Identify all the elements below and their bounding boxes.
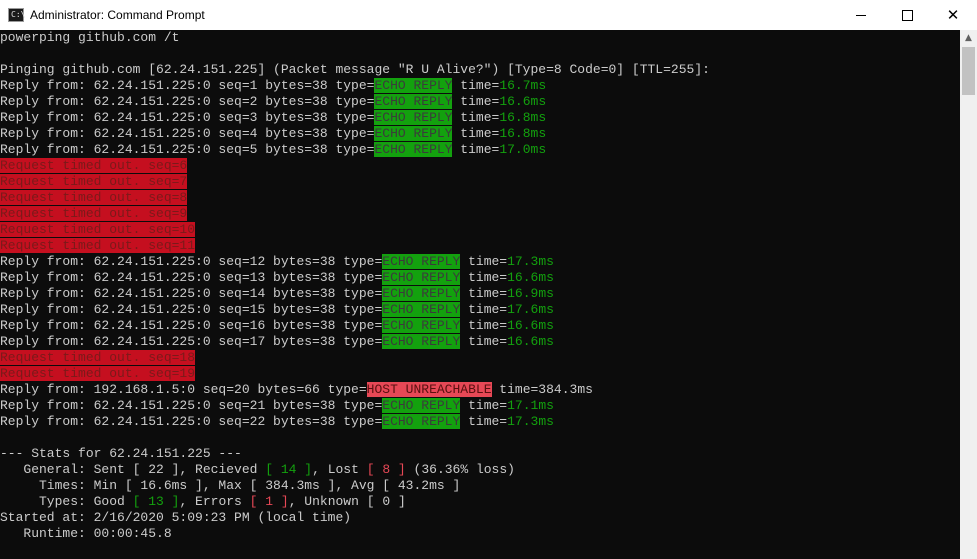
reply-line: Reply from: 62.24.151.225:0 seq=2 bytes=… (0, 94, 547, 109)
echo-reply-badge: ECHO REPLY (374, 110, 453, 125)
stats-heading: --- Stats for 62.24.151.225 --- (0, 446, 242, 461)
scroll-thumb[interactable] (962, 47, 975, 95)
echo-reply-badge: ECHO REPLY (382, 318, 461, 333)
timeout-line: Request timed out. seq=10 (0, 222, 196, 237)
echo-reply-badge: ECHO REPLY (382, 254, 461, 269)
reply-line: Reply from: 62.24.151.225:0 seq=21 bytes… (0, 398, 554, 413)
command-prompt-icon: C:\ (8, 8, 25, 22)
echo-reply-badge: ECHO REPLY (374, 126, 453, 141)
host-unreachable-badge: HOST UNREACHABLE (366, 382, 492, 397)
vertical-scrollbar[interactable]: ▲ (960, 30, 977, 559)
reply-line: Reply from: 62.24.151.225:0 seq=17 bytes… (0, 334, 554, 349)
chevron-up-icon: ▲ (965, 33, 972, 43)
stats-general: General: Sent [ 22 ], Recieved [ 14 ], L… (0, 462, 515, 477)
echo-reply-badge: ECHO REPLY (382, 334, 461, 349)
title-bar[interactable]: C:\ Administrator: Command Prompt ✕ (0, 0, 977, 30)
timeout-line: Request timed out. seq=8 (0, 190, 188, 205)
ping-header: Pinging github.com [62.24.151.225] (Pack… (0, 62, 710, 77)
reply-line: Reply from: 62.24.151.225:0 seq=4 bytes=… (0, 126, 547, 141)
echo-reply-badge: ECHO REPLY (382, 270, 461, 285)
timeout-line: Request timed out. seq=7 (0, 174, 188, 189)
stats-times: Times: Min [ 16.6ms ], Max [ 384.3ms ], … (0, 478, 461, 493)
reply-line: Reply from: 62.24.151.225:0 seq=12 bytes… (0, 254, 554, 269)
timeout-line: Request timed out. seq=9 (0, 206, 188, 221)
echo-reply-badge: ECHO REPLY (382, 302, 461, 317)
echo-reply-badge: ECHO REPLY (382, 414, 461, 429)
console-output[interactable]: powerping github.com /t Pinging github.c… (0, 30, 960, 559)
command-line: powerping github.com /t (0, 30, 180, 45)
unreachable-line: Reply from: 192.168.1.5:0 seq=20 bytes=6… (0, 382, 593, 397)
reply-line: Reply from: 62.24.151.225:0 seq=1 bytes=… (0, 78, 547, 93)
stats-types: Types: Good [ 13 ], Errors [ 1 ], Unknow… (0, 494, 406, 509)
reply-line: Reply from: 62.24.151.225:0 seq=22 bytes… (0, 414, 554, 429)
reply-line: Reply from: 62.24.151.225:0 seq=14 bytes… (0, 286, 554, 301)
echo-reply-badge: ECHO REPLY (374, 78, 453, 93)
echo-reply-badge: ECHO REPLY (374, 142, 453, 157)
timeout-line: Request timed out. seq=19 (0, 366, 196, 381)
echo-reply-badge: ECHO REPLY (374, 94, 453, 109)
minimize-icon (856, 14, 866, 16)
timeout-line: Request timed out. seq=18 (0, 350, 196, 365)
maximize-button[interactable] (884, 0, 930, 30)
echo-reply-badge: ECHO REPLY (382, 286, 461, 301)
stats-started: Started at: 2/16/2020 5:09:23 PM (local … (0, 510, 352, 525)
reply-line: Reply from: 62.24.151.225:0 seq=5 bytes=… (0, 142, 547, 157)
reply-line: Reply from: 62.24.151.225:0 seq=16 bytes… (0, 318, 554, 333)
reply-line: Reply from: 62.24.151.225:0 seq=15 bytes… (0, 302, 554, 317)
reply-line: Reply from: 62.24.151.225:0 seq=13 bytes… (0, 270, 554, 285)
stats-runtime: Runtime: 00:00:45.8 (0, 526, 172, 541)
close-button[interactable]: ✕ (930, 0, 976, 30)
maximize-icon (901, 9, 913, 21)
scroll-up-button[interactable]: ▲ (960, 30, 977, 47)
reply-line: Reply from: 62.24.151.225:0 seq=3 bytes=… (0, 110, 547, 125)
echo-reply-badge: ECHO REPLY (382, 398, 461, 413)
close-icon: ✕ (946, 5, 960, 24)
timeout-line: Request timed out. seq=6 (0, 158, 188, 173)
minimize-button[interactable] (838, 0, 884, 30)
timeout-line: Request timed out. seq=11 (0, 238, 196, 253)
window-title: Administrator: Command Prompt (30, 8, 205, 22)
